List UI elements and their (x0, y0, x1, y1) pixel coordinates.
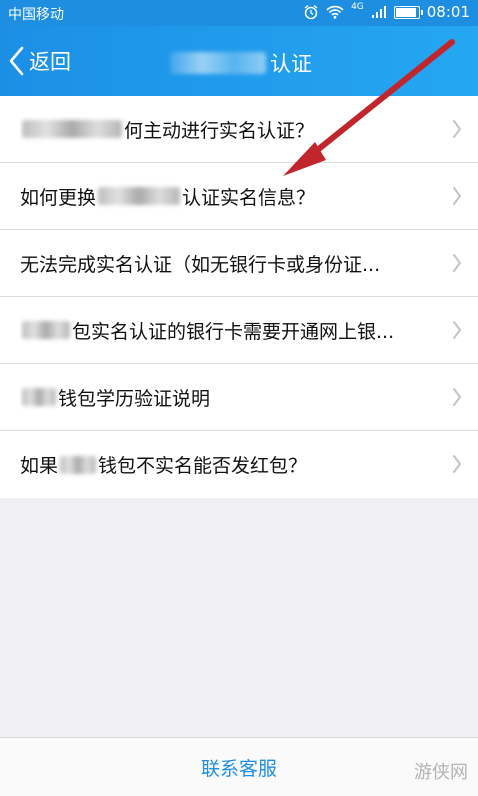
chevron-right-icon (453, 187, 462, 205)
status-icons: 4G 08:01 (303, 2, 470, 21)
battery-icon (393, 5, 423, 19)
list-item-label: 何主动进行实名认证？ (124, 119, 315, 142)
navigation-bar: 返回 认证 (0, 26, 478, 96)
page-title: 认证 (170, 46, 312, 80)
list-item-label: 钱包学历验证说明 (58, 387, 211, 410)
blurred-title-text (170, 52, 266, 74)
list-item-label: 无法完成实名认证（如无银行卡或身份证... (20, 253, 381, 276)
chevron-right-icon (453, 388, 462, 406)
blurred-text (22, 388, 56, 406)
list-item[interactable]: 如果 钱包不实名能否发红包？ (0, 431, 478, 498)
network-type: 4G (351, 2, 364, 12)
list-item[interactable]: 钱包学历验证说明 (0, 364, 478, 431)
back-label: 返回 (29, 50, 71, 74)
carrier-name: 中国移动 (8, 7, 64, 23)
list-item[interactable]: 无法完成实名认证（如无银行卡或身份证... (0, 230, 478, 297)
blurred-text (22, 321, 70, 339)
bottom-bar: 联系客服 (0, 737, 478, 796)
status-bar: 中国移动 4G 08:01 (0, 0, 478, 26)
chevron-left-icon (9, 46, 24, 76)
faq-list: 何主动进行实名认证？ 如何更换 认证实名信息？ 无法完成实名认证（如无银行卡或身… (0, 96, 478, 498)
back-button[interactable]: 返回 (8, 42, 71, 80)
contact-support-button[interactable]: 联系客服 (201, 754, 277, 781)
blurred-text (22, 120, 122, 138)
list-item-prefix: 如何更换 (20, 186, 97, 209)
list-item-prefix: 如果 (20, 455, 59, 477)
signal-icon (371, 6, 386, 18)
list-item[interactable]: 包实名认证的银行卡需要开通网上银... (0, 297, 478, 364)
list-item-label: 钱包不实名能否发红包？ (98, 455, 308, 477)
clock: 08:01 (426, 3, 470, 21)
chevron-right-icon (453, 321, 462, 339)
list-item-label: 包实名认证的银行卡需要开通网上银... (72, 320, 395, 343)
alarm-icon (304, 4, 318, 20)
list-item[interactable]: 如何更换 认证实名信息？ (0, 163, 478, 230)
watermark: 游侠网 (414, 762, 468, 783)
list-item[interactable]: 何主动进行实名认证？ (0, 96, 478, 163)
wifi-icon (326, 5, 344, 19)
blurred-text (60, 455, 97, 474)
chevron-right-icon (453, 254, 462, 272)
chevron-right-icon (453, 120, 462, 138)
blurred-text (98, 187, 181, 205)
chevron-right-icon (453, 455, 462, 473)
page-title-suffix: 认证 (270, 52, 312, 76)
list-item-label: 认证实名信息？ (182, 186, 316, 209)
